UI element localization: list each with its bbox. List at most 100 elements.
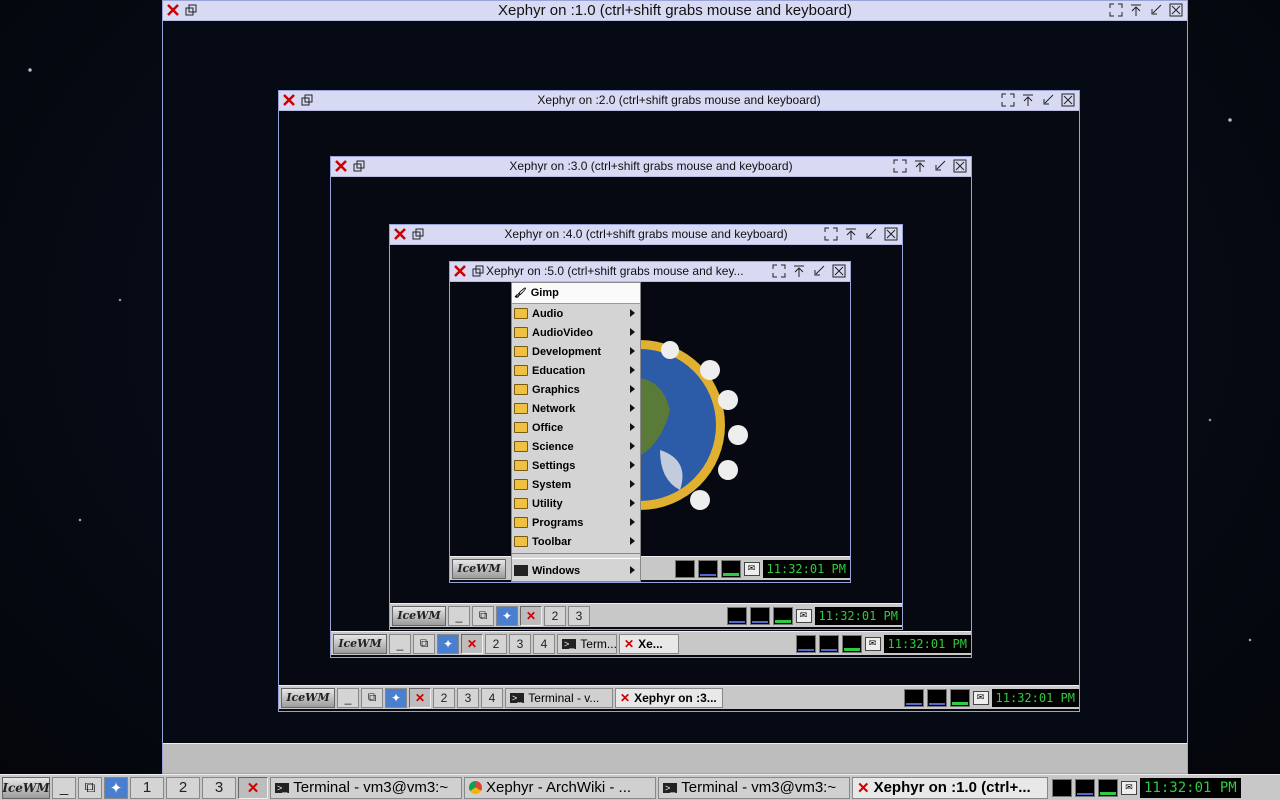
icewm-start-button[interactable]: IceWM <box>392 605 446 626</box>
settings-icon[interactable]: ✦ <box>104 776 128 799</box>
close-icon[interactable] <box>884 227 898 241</box>
workspace-3-button[interactable]: 3 <box>457 687 479 708</box>
workspace-3-button[interactable]: 3 <box>202 776 236 799</box>
menu-item-windows[interactable]: Windows <box>512 561 640 580</box>
x-app-icon[interactable]: ✕ <box>520 605 542 626</box>
raise-icon[interactable] <box>792 264 806 278</box>
menu-item-development[interactable]: Development <box>512 342 640 361</box>
menu-item-audiovideo[interactable]: AudioVideo <box>512 323 640 342</box>
icewm-start-button[interactable]: IceWM <box>2 776 50 799</box>
close-icon[interactable] <box>1169 3 1183 17</box>
window-titlebar[interactable]: Xephyr on :1.0 (ctrl+shift grabs mouse a… <box>163 1 1187 21</box>
fullscreen-icon[interactable] <box>772 264 786 278</box>
icewm-start-button[interactable]: IceWM <box>281 687 335 708</box>
minimize-icon[interactable] <box>1041 93 1055 107</box>
taskbar-task-terminal[interactable]: >_ Term... <box>557 633 617 654</box>
window-titlebar[interactable]: Xephyr on :5.0 (ctrl+shift grabs mouse a… <box>450 262 850 282</box>
window-titlebar[interactable]: Xephyr on :4.0 (ctrl+shift grabs mouse a… <box>390 225 902 245</box>
menu-item-programs[interactable]: Programs <box>512 513 640 532</box>
fullscreen-icon[interactable] <box>893 159 907 173</box>
taskbar-task-terminal[interactable]: >_ Terminal - v... <box>505 687 613 708</box>
workspace-3-button[interactable]: 3 <box>568 605 590 626</box>
raise-icon[interactable] <box>1021 93 1035 107</box>
close-icon[interactable] <box>953 159 967 173</box>
workspace-2-button[interactable]: 2 <box>433 687 455 708</box>
mail-icon[interactable]: ✉ <box>795 608 812 623</box>
workspace-4-button[interactable]: 4 <box>481 687 503 708</box>
restore-icon[interactable] <box>471 264 485 278</box>
fullscreen-icon[interactable] <box>1109 3 1123 17</box>
raise-icon[interactable] <box>1129 3 1143 17</box>
workspace-1-button[interactable]: 1 <box>130 776 164 799</box>
window-list-button[interactable]: ⧉ <box>78 776 102 799</box>
workspace-2-button[interactable]: 2 <box>166 776 200 799</box>
show-desktop-button[interactable]: _ <box>337 687 359 708</box>
window-list-button[interactable]: ⧉ <box>472 605 494 626</box>
taskbar-task-xephyr[interactable]: ✕ Xephyr on :3... <box>615 687 723 708</box>
minimize-icon[interactable] <box>1149 3 1163 17</box>
workspace-3-button[interactable]: 3 <box>509 633 531 654</box>
settings-icon[interactable]: ✦ <box>385 687 407 708</box>
window-list-button[interactable]: ⧉ <box>413 633 435 654</box>
icewm-start-button[interactable]: IceWM <box>452 558 506 579</box>
window-titlebar[interactable]: Xephyr on :2.0 (ctrl+shift grabs mouse a… <box>279 91 1079 111</box>
x-app-icon[interactable]: ✕ <box>409 687 431 708</box>
taskbar-task-archwiki[interactable]: Xephyr - ArchWiki - ... <box>464 776 656 799</box>
mem-monitor <box>818 634 839 653</box>
workspace-2-button[interactable]: 2 <box>544 605 566 626</box>
menu-item-graphics[interactable]: Graphics <box>512 380 640 399</box>
menu-item-science[interactable]: Science <box>512 437 640 456</box>
close-icon[interactable] <box>1061 93 1075 107</box>
clock[interactable]: 11:32:01 PM <box>762 559 850 578</box>
raise-icon[interactable] <box>844 227 858 241</box>
raise-icon[interactable] <box>913 159 927 173</box>
minimize-icon[interactable] <box>933 159 947 173</box>
taskbar-task-xephyr[interactable]: ✕ Xe... <box>619 633 679 654</box>
clock[interactable]: 11:32:01 PM <box>814 606 902 625</box>
folder-icon <box>514 346 528 357</box>
terminal-icon: >_ <box>510 692 525 703</box>
x-app-icon[interactable] <box>453 264 467 278</box>
clock[interactable]: 11:32:01 PM <box>991 688 1079 707</box>
menu-item-education[interactable]: Education <box>512 361 640 380</box>
mail-icon[interactable]: ✉ <box>1121 780 1137 795</box>
nested-taskbar-w3: IceWM _ ⧉ ✦ ✕ 2 3 4 >_ Term... ✕ Xe... ✉ 1… <box>331 631 971 655</box>
fullscreen-icon[interactable] <box>824 227 838 241</box>
menu-item-office[interactable]: Office <box>512 418 640 437</box>
net-monitor <box>949 688 970 707</box>
clock[interactable]: 11:32:01 PM <box>1140 777 1241 798</box>
start-menu[interactable]: 🖌 Gimp Audio AudioVideo Development Educa… <box>511 282 641 582</box>
close-icon[interactable] <box>832 264 846 278</box>
window-title: Xephyr on :1.0 (ctrl+shift grabs mouse a… <box>498 2 852 19</box>
menu-item-settings[interactable]: Settings <box>512 456 640 475</box>
window-titlebar[interactable]: Xephyr on :3.0 (ctrl+shift grabs mouse a… <box>331 157 971 177</box>
menu-item-gimp[interactable]: 🖌 Gimp <box>512 283 640 304</box>
x-app-icon[interactable]: ✕ <box>238 776 268 799</box>
settings-icon[interactable]: ✦ <box>496 605 518 626</box>
taskbar-task-xephyr[interactable]: ✕ Xephyr on :1.0 (ctrl+... <box>852 776 1048 799</box>
menu-item-system[interactable]: System <box>512 475 640 494</box>
minimize-icon[interactable] <box>864 227 878 241</box>
workspace-4-button[interactable]: 4 <box>533 633 555 654</box>
icewm-start-button[interactable]: IceWM <box>333 633 387 654</box>
x-app-icon[interactable]: ✕ <box>461 633 483 654</box>
system-tray: ✉ 11:32:01 PM <box>903 688 1079 707</box>
minimize-icon[interactable] <box>812 264 826 278</box>
menu-item-audio[interactable]: Audio <box>512 304 640 323</box>
clock[interactable]: 11:32:01 PM <box>883 634 971 653</box>
show-desktop-button[interactable]: _ <box>52 776 76 799</box>
workspace-2-button[interactable]: 2 <box>485 633 507 654</box>
taskbar-task-terminal-2[interactable]: >_ Terminal - vm3@vm3:~ <box>658 776 850 799</box>
show-desktop-button[interactable]: _ <box>389 633 411 654</box>
mail-icon[interactable]: ✉ <box>743 561 760 576</box>
taskbar-task-terminal-1[interactable]: >_ Terminal - vm3@vm3:~ <box>270 776 462 799</box>
fullscreen-icon[interactable] <box>1001 93 1015 107</box>
menu-item-network[interactable]: Network <box>512 399 640 418</box>
window-list-button[interactable]: ⧉ <box>361 687 383 708</box>
show-desktop-button[interactable]: _ <box>448 605 470 626</box>
mail-icon[interactable]: ✉ <box>864 636 881 651</box>
menu-item-utility[interactable]: Utility <box>512 494 640 513</box>
settings-icon[interactable]: ✦ <box>437 633 459 654</box>
mail-icon[interactable]: ✉ <box>972 690 989 705</box>
menu-item-toolbar[interactable]: Toolbar <box>512 532 640 551</box>
